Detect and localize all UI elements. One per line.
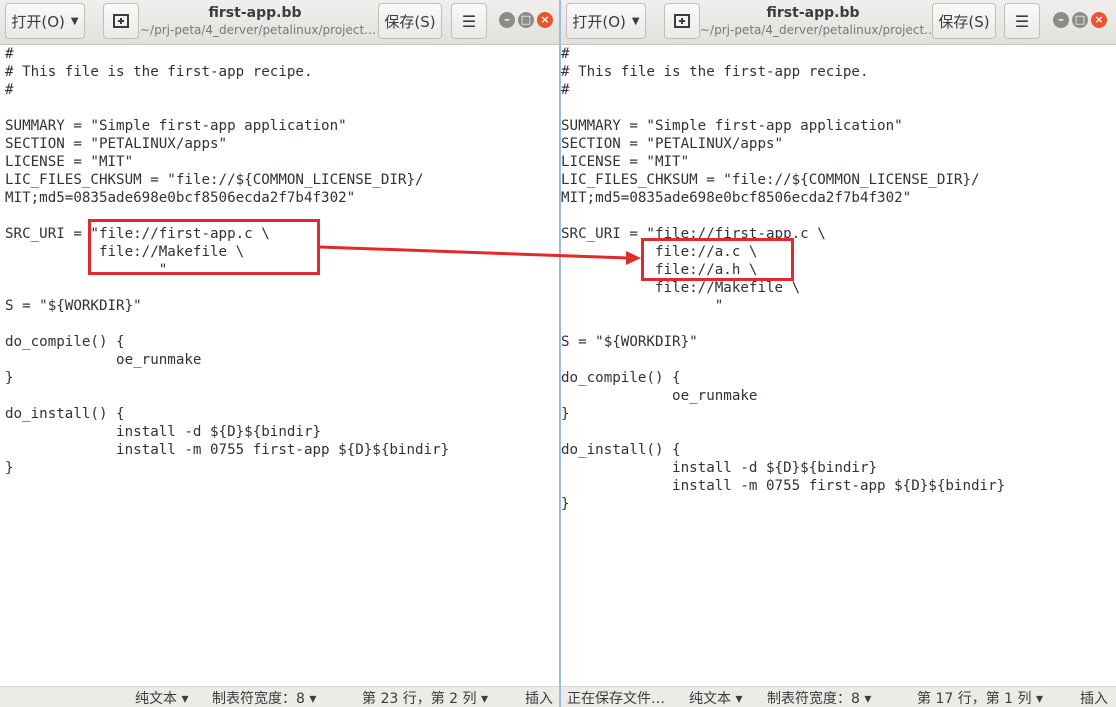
left-position-label: 第 23 行，第 2 列 <box>362 691 477 707</box>
left-tab-width-selector[interactable]: 制表符宽度：8 ▾ <box>212 688 316 707</box>
right-close-button[interactable]: × <box>1091 12 1107 28</box>
close-icon: × <box>1094 13 1104 26</box>
left-save-label: 保存(S) <box>384 12 436 31</box>
left-title-area: first-app.bb ~/prj-peta/4_derver/petalin… <box>140 4 377 38</box>
right-language-selector[interactable]: 纯文本 ▾ <box>689 688 742 707</box>
hamburger-menu-icon: ☰ <box>461 11 477 31</box>
left-language-selector[interactable]: 纯文本 ▾ <box>135 688 188 707</box>
left-text-editor[interactable]: # # This file is the first-app recipe. #… <box>0 45 559 687</box>
right-save-button[interactable]: 保存(S) <box>932 3 996 39</box>
left-editor-window: 打开(O) ▼ first-app.bb ~/prj-peta/4_derver… <box>0 0 559 707</box>
right-menu-button[interactable]: ☰ <box>1004 3 1040 39</box>
right-editor-window: 打开(O) ▼ first-app.bb ~/prj-peta/4_derver… <box>561 0 1116 707</box>
right-save-label: 保存(S) <box>938 12 990 31</box>
right-tab-width-selector[interactable]: 制表符宽度：8 ▾ <box>767 688 871 707</box>
right-insert-mode: 插入 <box>1080 691 1108 707</box>
maximize-icon: □ <box>1074 13 1086 26</box>
right-new-document-button[interactable] <box>664 3 700 39</box>
left-file-title: first-app.bb <box>208 5 302 21</box>
left-insert-mode: 插入 <box>525 691 553 707</box>
right-minimize-button[interactable]: – <box>1053 12 1069 28</box>
left-new-document-button[interactable] <box>103 3 139 39</box>
left-maximize-button[interactable]: □ <box>518 12 534 28</box>
right-statusbar: 正在保存文件… 纯文本 ▾ 制表符宽度：8 ▾ 第 17 行，第 1 列 ▾ 插… <box>561 686 1116 707</box>
chevron-down-icon: ▼ <box>70 15 79 27</box>
left-tab-width-label: 制表符宽度：8 <box>212 691 305 707</box>
left-save-button[interactable]: 保存(S) <box>378 3 442 39</box>
right-file-path: ~/prj-peta/4_derver/petalinux/project… <box>700 23 937 37</box>
right-file-title: first-app.bb <box>766 5 860 21</box>
chevron-down-icon: ▼ <box>631 15 640 27</box>
right-open-label: 打开(O) <box>572 12 626 31</box>
left-file-path: ~/prj-peta/4_derver/petalinux/project… <box>140 23 377 37</box>
left-language-label: 纯文本 <box>135 691 177 707</box>
left-minimize-button[interactable]: – <box>499 12 515 28</box>
new-document-icon <box>113 14 129 28</box>
right-cursor-position[interactable]: 第 17 行，第 1 列 ▾ <box>917 688 1043 707</box>
right-title-area: first-app.bb ~/prj-peta/4_derver/petalin… <box>700 4 937 38</box>
left-cursor-position[interactable]: 第 23 行，第 2 列 ▾ <box>362 688 488 707</box>
right-open-button[interactable]: 打开(O) ▼ <box>566 3 646 39</box>
minimize-icon: – <box>504 13 510 26</box>
left-close-button[interactable]: × <box>537 12 553 28</box>
right-highlight-box <box>641 238 794 281</box>
right-maximize-button[interactable]: □ <box>1072 12 1088 28</box>
right-language-label: 纯文本 <box>689 691 731 707</box>
right-text-editor[interactable]: # # This file is the first-app recipe. #… <box>561 45 1116 687</box>
right-saving-status: 正在保存文件… <box>567 691 665 707</box>
left-statusbar: 纯文本 ▾ 制表符宽度：8 ▾ 第 23 行，第 2 列 ▾ 插入 <box>0 686 559 707</box>
left-open-label: 打开(O) <box>11 12 65 31</box>
right-position-label: 第 17 行，第 1 列 <box>917 691 1032 707</box>
hamburger-menu-icon: ☰ <box>1014 11 1030 31</box>
right-tab-width-label: 制表符宽度：8 <box>767 691 860 707</box>
right-headerbar: 打开(O) ▼ first-app.bb ~/prj-peta/4_derver… <box>561 0 1116 45</box>
minimize-icon: – <box>1058 13 1064 26</box>
left-menu-button[interactable]: ☰ <box>451 3 487 39</box>
new-document-icon <box>674 14 690 28</box>
left-open-button[interactable]: 打开(O) ▼ <box>5 3 85 39</box>
left-highlight-box <box>88 219 320 275</box>
close-icon: × <box>540 13 550 26</box>
maximize-icon: □ <box>520 13 532 26</box>
left-headerbar: 打开(O) ▼ first-app.bb ~/prj-peta/4_derver… <box>0 0 559 45</box>
